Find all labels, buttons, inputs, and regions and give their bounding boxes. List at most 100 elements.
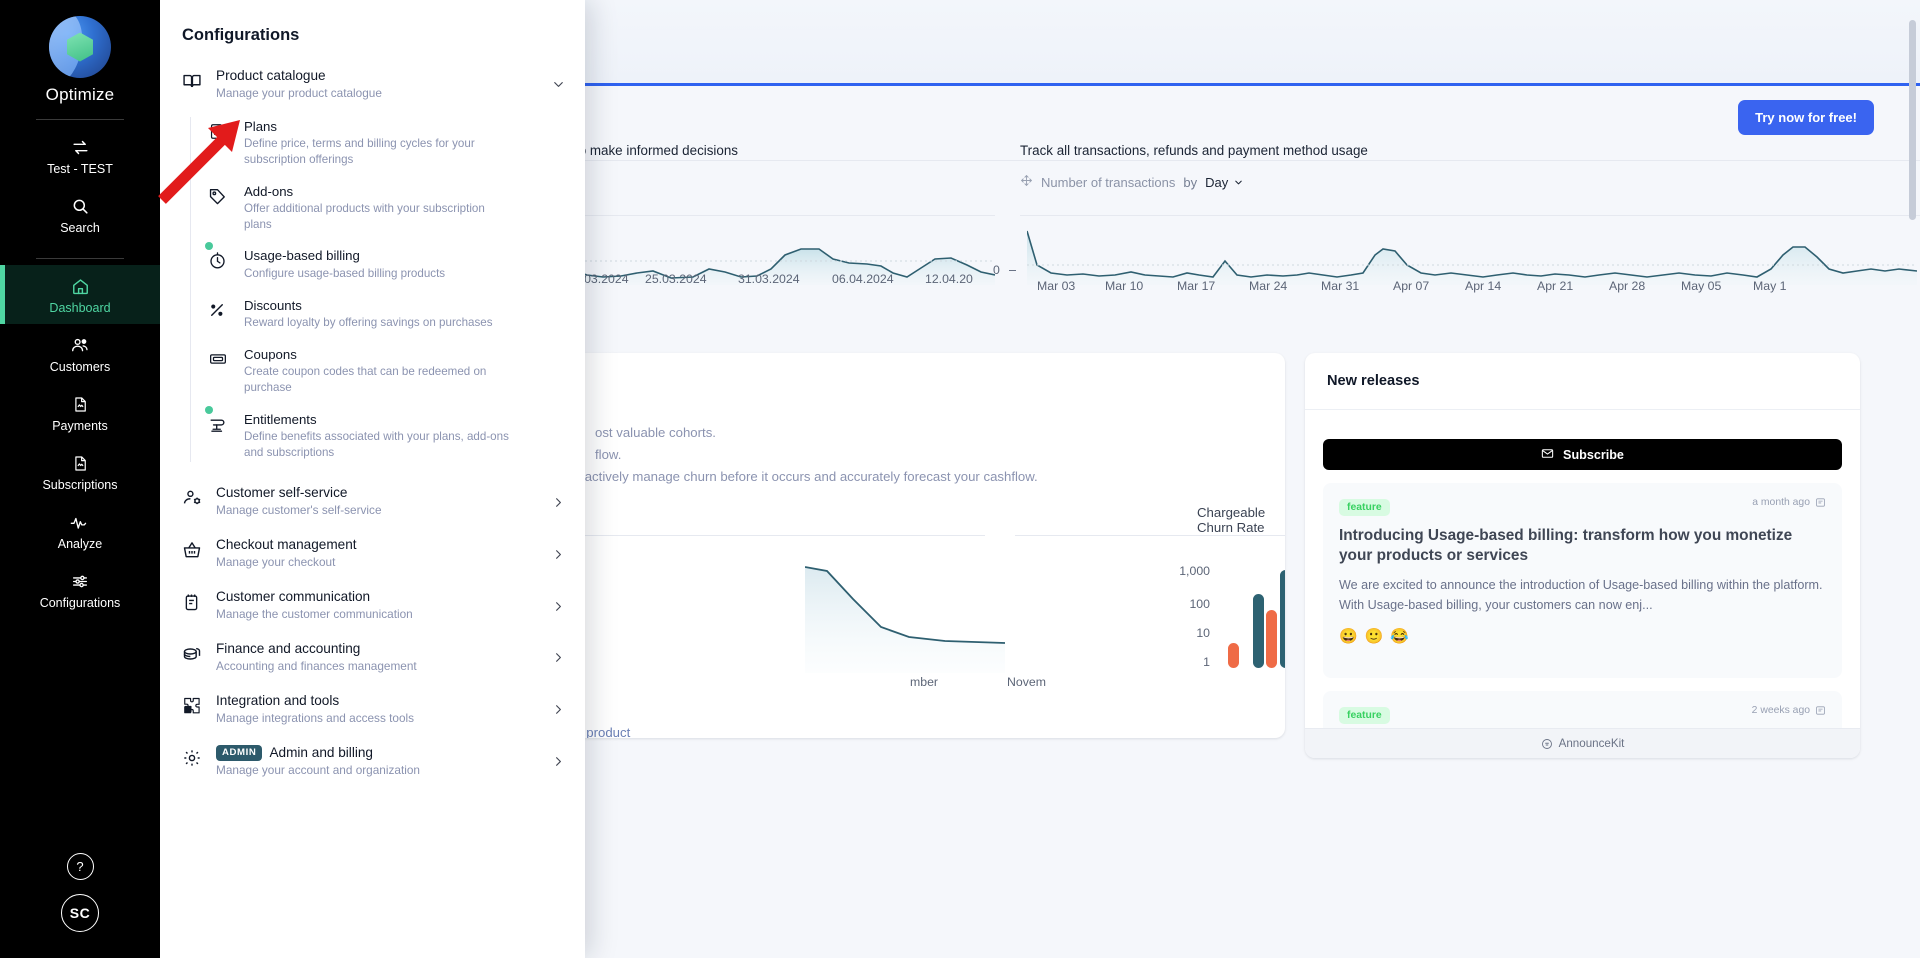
flyout-title: Configurations: [182, 26, 300, 44]
coins-icon: [182, 641, 204, 675]
page-scrollbar[interactable]: [1909, 2, 1918, 956]
sub-item-coupons[interactable]: Coupons Create coupon codes that can be …: [208, 339, 585, 404]
group-product-catalogue[interactable]: Product catalogue Manage your product ca…: [160, 59, 585, 111]
sub-item-entitlements[interactable]: Entitlements Define benefits associated …: [205, 404, 585, 469]
rail-item-label: Subscriptions: [42, 478, 118, 492]
chevron-right-icon[interactable]: [551, 745, 569, 779]
sub-item-add-ons[interactable]: Add-ons Offer additional products with y…: [208, 176, 585, 241]
rail-item-dashboard[interactable]: Dashboard: [0, 265, 160, 324]
sub-title: Coupons: [244, 346, 297, 362]
subscribe-button[interactable]: Subscribe: [1323, 439, 1842, 470]
chevron-right-icon[interactable]: [551, 693, 569, 727]
top-banner: [575, 0, 1920, 86]
release-timestamp: 2 weeks ago: [1752, 705, 1826, 716]
admin-badge: ADMIN: [216, 744, 263, 761]
churn-y-tick: 1: [1203, 655, 1210, 669]
rail-item-analyze[interactable]: Analyze: [0, 501, 160, 560]
right-top-area-chart: [1027, 230, 1917, 285]
new-releases-title: New releases: [1305, 353, 1860, 410]
chevron-right-icon[interactable]: [551, 641, 569, 675]
chevron-down-icon[interactable]: [551, 68, 569, 102]
note-icon: [1816, 706, 1825, 715]
rail-item-subscriptions[interactable]: Subscriptions: [0, 442, 160, 501]
group-integration-and-tools[interactable]: Integration and tools Manage integration…: [160, 684, 585, 736]
optimize-logo-icon: [48, 16, 111, 78]
left-axis-tick: 31.03.2024: [738, 272, 800, 286]
sub-item-discounts[interactable]: Discounts Reward loyalty by offering sav…: [208, 290, 585, 339]
new-releases-card: New releases Subscribe feature a month a…: [1305, 353, 1860, 758]
release-tag: feature: [1339, 707, 1390, 724]
group-customer-self-service[interactable]: Customer self-service Manage customer's …: [160, 476, 585, 528]
sub-title: Plans: [244, 118, 277, 134]
right-chart-divider: [1020, 215, 1920, 216]
right-axis-tick: May 05: [1681, 279, 1722, 293]
chevron-right-icon[interactable]: [551, 589, 569, 623]
right-chart-headline: Track all transactions, refunds and paym…: [1020, 143, 1368, 158]
right-axis-tick: Mar 31: [1321, 279, 1360, 293]
group-checkout-management[interactable]: Checkout management Manage your checkout: [160, 528, 585, 580]
right-axis-tick: Mar 10: [1105, 279, 1144, 293]
churn-y-tick: 10: [1196, 626, 1210, 640]
reaction-neutral-icon[interactable]: 🙂: [1365, 627, 1384, 645]
announcekit-footer[interactable]: AnnounceKit: [1305, 728, 1860, 758]
chevron-right-icon[interactable]: [551, 485, 569, 519]
reaction-row[interactable]: 😀 🙂 😂: [1339, 627, 1826, 645]
group-subtitle: Manage integrations and access tools: [216, 710, 415, 725]
rail-item-label: Analyze: [57, 537, 103, 551]
sub-item-usage-based-billing[interactable]: Usage-based billing Configure usage-base…: [205, 240, 585, 289]
brand-name: Optimize: [45, 85, 115, 104]
left-bottom-x-tick: Novem: [1007, 675, 1046, 689]
sub-item-plans[interactable]: Plans Define price, terms and billing cy…: [208, 111, 585, 176]
sub-title: Add-ons: [244, 183, 294, 199]
reaction-grin-icon[interactable]: 😀: [1339, 627, 1358, 645]
granularity-select[interactable]: Day: [1205, 175, 1244, 190]
release-time-text: a month ago: [1752, 497, 1810, 508]
rail-item-test[interactable]: Test - TEST: [0, 126, 160, 185]
churn-chart-title: Chargeable Churn Rate: [1197, 505, 1266, 535]
chevron-right-icon[interactable]: [551, 537, 569, 571]
release-item[interactable]: feature a month ago Introducing Usage-ba…: [1323, 483, 1842, 678]
users-icon: [70, 335, 90, 355]
announcekit-icon: [1541, 738, 1552, 749]
sub-subtitle: Define price, terms and billing cycles f…: [244, 137, 475, 167]
avatar[interactable]: SC: [61, 894, 99, 932]
reaction-joy-icon[interactable]: 😂: [1390, 627, 1409, 645]
try-now-button[interactable]: Try now for free!: [1738, 100, 1874, 135]
basket-icon: [182, 537, 204, 571]
rail-item-search[interactable]: Search: [0, 185, 160, 244]
group-subtitle: Manage customer's self-service: [216, 503, 382, 518]
dashboard-canvas: Try now for free! to make informed decis…: [455, 0, 1920, 958]
left-axis-tick: 06.04.2024: [832, 272, 894, 286]
group-subtitle: Manage the customer communication: [216, 607, 413, 622]
release-tag: feature: [1339, 499, 1390, 516]
user-gear-icon: [182, 485, 204, 519]
left-bottom-curve-chart: [805, 566, 1005, 673]
group-finance-and-accounting[interactable]: Finance and accounting Accounting and fi…: [160, 632, 585, 684]
churn-y-tick: 1,000: [1179, 564, 1210, 578]
by-label: by: [1183, 174, 1198, 190]
churn-divider: [1015, 535, 1285, 536]
sub-title: Usage-based billing: [244, 248, 360, 264]
chargeable-churn-bar-chart: [1228, 570, 1285, 668]
churn-y-tick: 100: [1189, 597, 1210, 611]
metric-selector-row[interactable]: Number of transactions by Day: [1020, 174, 1244, 190]
ticket-icon: [208, 347, 232, 396]
rail-item-payments[interactable]: Payments: [0, 383, 160, 442]
page-scrollbar-thumb[interactable]: [1909, 20, 1916, 220]
drag-handle-icon[interactable]: [1020, 174, 1033, 190]
rail-item-customers[interactable]: Customers: [0, 324, 160, 383]
book-icon: [182, 68, 204, 102]
group-subtitle: Accounting and finances management: [216, 659, 417, 674]
help-button[interactable]: ?: [66, 853, 94, 880]
group-subtitle: Manage your checkout: [216, 555, 336, 570]
plan-doc-icon: [208, 119, 232, 168]
group-admin-and-billing[interactable]: ADMIN Admin and billing Manage your accou…: [160, 736, 585, 788]
group-customer-communication[interactable]: Customer communication Manage the custom…: [160, 580, 585, 632]
group-title: Finance and accounting: [216, 641, 361, 657]
analytics-copy-3: roactively manage churn before it occurs…: [573, 469, 1038, 484]
primary-nav-rail: Optimize Test - TEST Search Dashboard Cu…: [0, 0, 160, 958]
right-axis-tick: Apr 28: [1609, 279, 1646, 293]
release-timestamp: a month ago: [1752, 497, 1826, 508]
metric-name[interactable]: Number of transactions: [1041, 175, 1175, 190]
rail-item-configurations[interactable]: Configurations: [0, 560, 160, 619]
